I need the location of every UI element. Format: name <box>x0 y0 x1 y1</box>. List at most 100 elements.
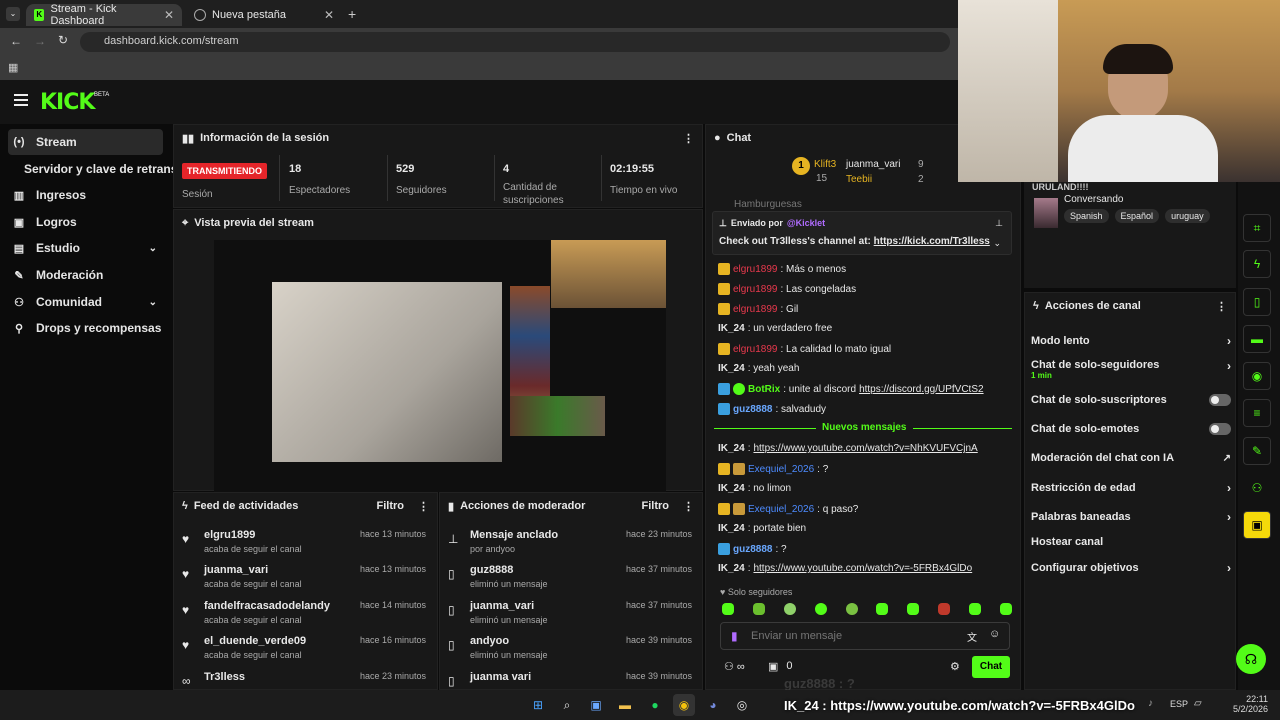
chat-tools-icon[interactable]: ⚇ ∞ <box>724 660 745 673</box>
pin-toggle-icon[interactable]: ⊥ <box>995 218 1003 229</box>
bolt-icon[interactable]: ϟ <box>1243 250 1271 278</box>
sidebar-item-moderacion[interactable]: ✎ Moderación <box>8 262 163 288</box>
chevron-down-icon[interactable]: ⌄ <box>993 238 1001 249</box>
chat-link[interactable]: https://discord.gg/UPfVCtS2 <box>859 384 984 395</box>
chat-user[interactable]: IK_24 <box>718 363 745 374</box>
emote-icon[interactable] <box>752 603 765 615</box>
action-subs-only[interactable]: Chat de solo-suscriptores <box>1031 389 1231 411</box>
sidebar-item-logros[interactable]: ▣ Logros <box>8 209 163 235</box>
list-icon[interactable]: ≡ <box>1243 399 1271 427</box>
action-age-restriction[interactable]: Restricción de edad › <box>1031 477 1231 499</box>
apps-grid-icon[interactable]: ▦ <box>8 61 18 74</box>
translate-icon[interactable]: 文 <box>967 629 977 644</box>
chat-user[interactable]: IK_24 <box>718 323 745 334</box>
broadcast-icon[interactable]: ◉ <box>1243 362 1271 390</box>
sidebar-item-comunidad[interactable]: ⚇ Comunidad ⌄ <box>8 289 163 315</box>
emote-icon[interactable] <box>814 603 827 615</box>
store-icon[interactable]: ▣ <box>585 694 607 716</box>
stream-preview-video[interactable] <box>214 240 666 492</box>
language-indicator[interactable]: ESP <box>1170 699 1188 709</box>
tab-search-icon[interactable]: ⌄ <box>6 7 20 21</box>
menu-icon[interactable] <box>14 94 28 96</box>
chat-link[interactable]: https://www.youtube.com/watch?v=-5FRBx4G… <box>753 563 972 574</box>
tag[interactable]: Spanish <box>1064 209 1109 223</box>
chat-link[interactable]: https://www.youtube.com/watch?v=NhKVUFVC… <box>753 443 977 454</box>
more-icon[interactable]: ⋮ <box>683 500 694 513</box>
action-emotes-only[interactable]: Chat de solo-emotes <box>1031 418 1231 440</box>
chat-user[interactable]: IK_24 <box>718 523 745 534</box>
url-field[interactable]: dashboard.kick.com/stream <box>80 32 950 52</box>
sidebar-item-stream[interactable]: (•) Stream <box>8 129 163 155</box>
chat-user[interactable]: elgru1899 <box>733 264 777 275</box>
emote-icon[interactable] <box>969 603 981 615</box>
action-slow-mode[interactable]: Modo lento › <box>1031 330 1231 352</box>
more-icon[interactable]: ⋮ <box>1216 300 1227 313</box>
sidebar-item-server-key[interactable]: Servidor y clave de retransm <box>20 156 188 182</box>
chat-user[interactable]: elgru1899 <box>733 344 777 355</box>
emote-icon[interactable] <box>907 603 920 615</box>
search-icon[interactable]: ⌕ <box>556 694 578 716</box>
emote-icon[interactable] <box>783 603 796 615</box>
support-icon[interactable]: ☊ <box>1236 644 1266 674</box>
chat-user[interactable]: guz8888 <box>733 404 772 415</box>
chat-user[interactable]: guz8888 <box>733 544 772 555</box>
more-icon[interactable]: ⋮ <box>418 500 429 513</box>
chat-user[interactable]: Exequiel_2026 <box>748 464 814 475</box>
subs-only-toggle[interactable] <box>1209 394 1231 406</box>
discord-icon[interactable]: ◕ <box>702 694 724 716</box>
mic-icon[interactable]: ▮ <box>731 629 738 643</box>
action-followers-only[interactable]: Chat de solo-seguidores 1 min › <box>1031 359 1231 389</box>
reload-icon[interactable]: ↻ <box>58 33 68 47</box>
tag[interactable]: Español <box>1114 209 1160 223</box>
mic-tray-icon[interactable]: ♪ <box>1148 698 1153 709</box>
close-tab-icon[interactable]: ✕ <box>324 8 334 22</box>
chat-message-input[interactable] <box>751 627 951 645</box>
chat-user[interactable]: IK_24 <box>718 563 745 574</box>
chat-user[interactable]: elgru1899 <box>733 304 777 315</box>
pinned-message[interactable]: ⊥ Enviado por @Kicklet Check out Tr3lles… <box>712 211 1012 255</box>
chat-bubble-icon[interactable]: ▬ <box>1243 325 1271 353</box>
folder-icon[interactable]: ▬ <box>614 694 636 716</box>
tab-new[interactable]: Nueva pestaña ✕ <box>186 4 342 26</box>
chat-user[interactable]: Exequiel_2026 <box>748 504 814 515</box>
more-icon[interactable]: ⋮ <box>683 132 694 145</box>
send-chat-button[interactable]: Chat <box>972 656 1010 678</box>
tag[interactable]: uruguay <box>1165 209 1210 223</box>
kick-logo[interactable]: KICK <box>40 90 95 115</box>
back-icon[interactable]: ← <box>10 34 22 48</box>
tab-kick-dashboard[interactable]: K Stream - Kick Dashboard ✕ <box>26 3 182 27</box>
action-goals[interactable]: Configurar objetivos › <box>1031 557 1231 579</box>
action-ai-moderation[interactable]: Moderación del chat con IA ↗ <box>1031 447 1231 469</box>
close-tab-icon[interactable]: ✕ <box>164 8 174 22</box>
chat-user[interactable]: elgru1899 <box>733 284 777 295</box>
sidebar-item-drops[interactable]: ⚲ Drops y recompensas <box>8 315 163 341</box>
emotes-only-toggle[interactable] <box>1209 423 1231 435</box>
emoji-icon[interactable]: ☺ <box>989 628 1000 640</box>
emote-icon[interactable] <box>938 603 951 615</box>
scan-icon[interactable]: ⌗ <box>1243 214 1271 242</box>
sidebar-item-estudio[interactable]: ▤ Estudio ⌄ <box>8 235 163 261</box>
chrome-icon[interactable]: ◉ <box>673 694 695 716</box>
wrench-icon[interactable]: ✎ <box>1243 437 1271 465</box>
clipboard-icon[interactable]: ▣ <box>1243 511 1271 539</box>
windows-start-icon[interactable]: ⊞ <box>527 694 549 716</box>
network-icon[interactable]: ▱ <box>1194 698 1202 709</box>
emote-icon[interactable] <box>722 603 734 615</box>
sidebar-item-ingresos[interactable]: ▥ Ingresos <box>8 182 163 208</box>
pinned-link[interactable]: https://kick.com/Tr3lless <box>874 236 990 247</box>
emote-icon[interactable] <box>876 603 889 615</box>
emote-icon[interactable] <box>845 603 858 615</box>
community-icon[interactable]: ⚇ <box>1243 474 1271 502</box>
spotify-icon[interactable]: ● <box>644 694 666 716</box>
clock[interactable]: 22:11 5/2/2026 <box>1222 694 1268 714</box>
filter-button[interactable]: Filtro <box>642 500 670 512</box>
filter-button[interactable]: Filtro <box>377 500 405 512</box>
document-icon[interactable]: ▯ <box>1243 288 1271 316</box>
chat-user[interactable]: IK_24 <box>718 443 745 454</box>
forward-icon[interactable]: → <box>34 34 46 48</box>
action-banned-words[interactable]: Palabras baneadas › <box>1031 506 1231 528</box>
obs-icon[interactable]: ◎ <box>731 694 753 716</box>
settings-icon[interactable]: ⚙ <box>950 660 960 673</box>
emote-icon[interactable] <box>999 603 1012 615</box>
new-tab-icon[interactable]: + <box>348 6 356 22</box>
